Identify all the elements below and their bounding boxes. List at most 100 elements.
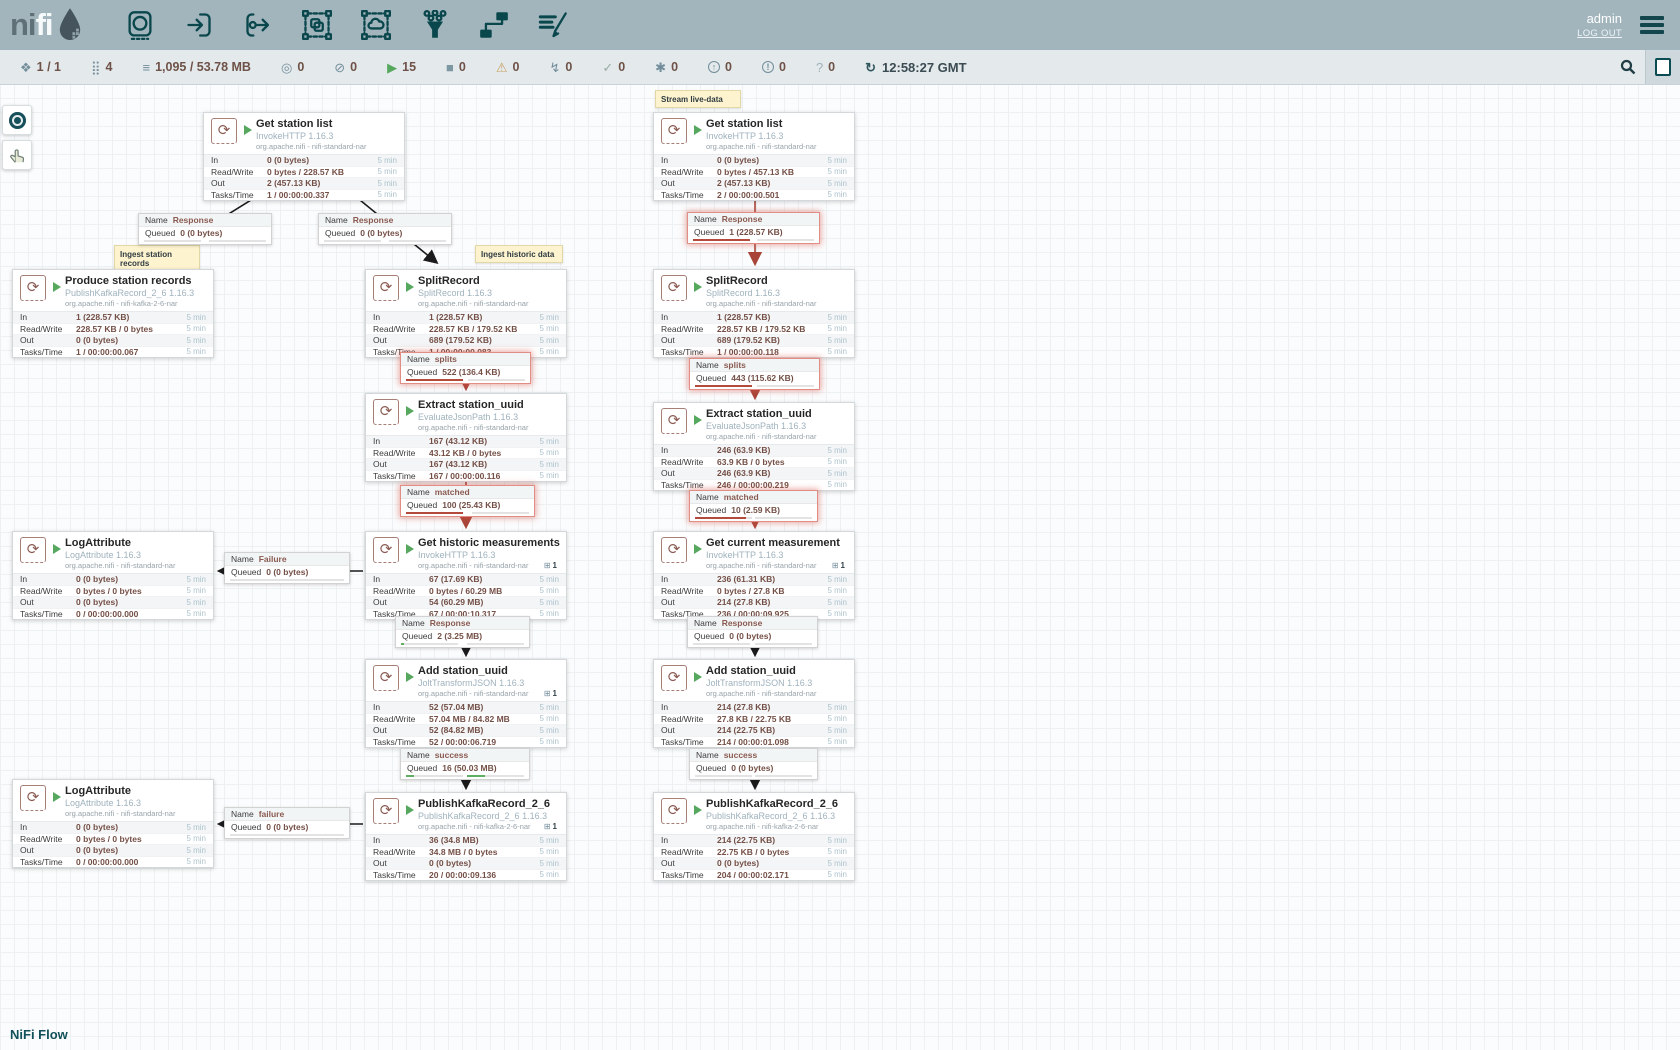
connection-queued: 0 (0 bytes) — [360, 228, 402, 238]
status-panel-toggle-button[interactable] — [1645, 50, 1680, 84]
running-status-icon — [53, 282, 61, 292]
connection-label[interactable]: Name splits Queued 443 (115.62 KB) — [689, 358, 820, 390]
connection-label[interactable]: Name success Queued 16 (50.03 MB) — [400, 748, 530, 780]
threads-icon: ⊞ — [544, 561, 551, 570]
processor-tool-icon[interactable] — [125, 8, 155, 42]
stat-row: Out52 (84.82 MB)5 min — [366, 724, 566, 736]
breadcrumb[interactable]: NiFi Flow — [10, 1027, 68, 1042]
backpressure-bars — [406, 511, 529, 515]
processor-bundle: org.apache.nifi - nifi-kafka-2-6-nar — [418, 822, 544, 831]
processor-type: JoltTransformJSON 1.16.3 — [706, 678, 847, 688]
stat-row: In36 (34.8 MB)5 min — [366, 835, 566, 846]
processor-bundle: org.apache.nifi - nifi-kafka-2-6-nar — [65, 299, 206, 308]
stat-row: In0 (0 bytes)5 min — [654, 155, 854, 166]
stat-row: Tasks/Time1 / 00:00:00.3375 min — [204, 189, 404, 201]
running-status-icon — [694, 805, 702, 815]
navigate-palette-button[interactable] — [2, 105, 32, 135]
processor-bundle: org.apache.nifi - nifi-standard-nar — [706, 299, 847, 308]
flow-label[interactable]: Ingest station records — [114, 245, 200, 272]
invalid-icon: ⚠ — [496, 61, 508, 74]
processor-bundle: org.apache.nifi - nifi-standard-nar — [65, 561, 206, 570]
logout-link[interactable]: LOG OUT — [1577, 28, 1622, 39]
connection-label[interactable]: Name matched Queued 100 (25.43 KB) — [400, 485, 535, 517]
processor-node[interactable]: ⟳ LogAttribute LogAttribute 1.16.3 org.a… — [12, 779, 214, 868]
processor-title: PublishKafkaRecord_2_6 — [418, 798, 559, 810]
funnel-tool-icon[interactable] — [420, 8, 450, 42]
flow-canvas[interactable]: Ingest station records Ingest historic da… — [0, 0, 1680, 1050]
connection-label[interactable]: Name success Queued 0 (0 bytes) — [689, 748, 818, 780]
label-tool-icon[interactable] — [538, 8, 568, 42]
remote-process-group-tool-icon[interactable] — [361, 8, 391, 42]
processor-node[interactable]: ⟳ Add station_uuid JoltTransformJSON 1.1… — [365, 659, 567, 748]
status-count: 0 — [459, 60, 466, 74]
processor-node[interactable]: ⟳ Get station list InvokeHTTP 1.16.3 org… — [653, 112, 855, 201]
output-port-tool-icon[interactable] — [243, 8, 273, 42]
input-port-tool-icon[interactable] — [184, 8, 214, 42]
processor-type-icon: ⟳ — [373, 275, 399, 301]
connection-label[interactable]: Name Response Queued 2 (3.25 MB) — [395, 616, 530, 648]
processor-node[interactable]: ⟳ SplitRecord SplitRecord 1.16.3 org.apa… — [653, 269, 855, 358]
processor-title: LogAttribute — [65, 537, 206, 549]
global-menu-icon[interactable] — [1636, 12, 1668, 38]
processor-node[interactable]: ⟳ LogAttribute LogAttribute 1.16.3 org.a… — [12, 531, 214, 620]
processor-node[interactable]: ⟳ Get current measurement InvokeHTTP 1.1… — [653, 531, 855, 620]
connection-label[interactable]: Name failure Queued 0 (0 bytes) — [224, 807, 350, 839]
stat-row: Tasks/Time246 / 00:00:00.2195 min — [654, 479, 854, 491]
processor-type-icon: ⟳ — [661, 537, 687, 563]
connection-queued: 443 (115.62 KB) — [731, 373, 793, 383]
stat-row: Out214 (22.75 KB)5 min — [654, 724, 854, 736]
processor-bundle: org.apache.nifi - nifi-standard-nar — [418, 299, 559, 308]
processor-node[interactable]: ⟳ Produce station records PublishKafkaRe… — [12, 269, 214, 358]
stat-row: Read/Write228.57 KB / 0 bytes5 min — [13, 323, 213, 335]
processor-type: PublishKafkaRecord_2_6 1.16.3 — [418, 811, 559, 821]
flow-label[interactable]: Stream live-data — [655, 90, 741, 108]
processor-bundle: org.apache.nifi - nifi-standard-nar — [706, 142, 847, 151]
processor-type: SplitRecord 1.16.3 — [706, 288, 847, 298]
stat-row: Tasks/Time20 / 00:00:09.1365 min — [366, 869, 566, 881]
connection-relationship: Failure — [259, 554, 287, 564]
stat-row: Out0 (0 bytes)5 min — [654, 857, 854, 869]
processor-type: InvokeHTTP 1.16.3 — [256, 131, 397, 141]
processor-title: SplitRecord — [706, 275, 847, 287]
process-group-tool-icon[interactable] — [302, 8, 332, 42]
processor-node[interactable]: ⟳ Get historic measurements InvokeHTTP 1… — [365, 531, 567, 620]
stat-row: In52 (57.04 MB)5 min — [366, 702, 566, 713]
connection-label[interactable]: Name Failure Queued 0 (0 bytes) — [224, 552, 350, 584]
processor-node[interactable]: ⟳ Get station list InvokeHTTP 1.16.3 org… — [203, 112, 405, 201]
search-button[interactable] — [1611, 50, 1645, 84]
processor-node[interactable]: ⟳ Extract station_uuid EvaluateJsonPath … — [365, 393, 567, 482]
connection-label[interactable]: Name splits Queued 522 (136.4 KB) — [400, 352, 531, 384]
connection-queued: 16 (50.03 MB) — [442, 763, 496, 773]
stat-row: Read/Write0 bytes / 0 bytes5 min — [13, 833, 213, 845]
stat-row: Out54 (60.29 MB)5 min — [366, 596, 566, 608]
processor-node[interactable]: ⟳ SplitRecord SplitRecord 1.16.3 org.apa… — [365, 269, 567, 358]
stat-row: In1 (228.57 KB)5 min — [13, 312, 213, 323]
backpressure-bars — [144, 239, 266, 243]
connection-queued: 0 (0 bytes) — [180, 228, 222, 238]
stat-row: Tasks/Time204 / 00:00:02.1715 min — [654, 869, 854, 881]
processor-node[interactable]: ⟳ PublishKafkaRecord_2_6 PublishKafkaRec… — [365, 792, 567, 881]
connection-relationship: Response — [173, 215, 214, 225]
status-count: 0 — [350, 60, 357, 74]
flow-label[interactable]: Ingest historic data — [475, 245, 563, 263]
processor-bundle: org.apache.nifi - nifi-standard-nar — [418, 689, 544, 698]
processor-title: LogAttribute — [65, 785, 206, 797]
disabled-icon: ↯ — [549, 61, 560, 74]
processor-node[interactable]: ⟳ Extract station_uuid EvaluateJsonPath … — [653, 402, 855, 491]
processor-node[interactable]: ⟳ PublishKafkaRecord_2_6 PublishKafkaRec… — [653, 792, 855, 881]
connection-label[interactable]: Name Response Queued 1 (228.57 KB) — [687, 212, 820, 244]
processor-type-icon: ⟳ — [20, 275, 46, 301]
connection-label[interactable]: Name matched Queued 10 (2.59 KB) — [689, 490, 818, 522]
processor-node[interactable]: ⟳ Add station_uuid JoltTransformJSON 1.1… — [653, 659, 855, 748]
connection-label[interactable]: Name Response Queued 0 (0 bytes) — [318, 213, 452, 245]
processor-bundle: org.apache.nifi - nifi-kafka-2-6-nar — [706, 822, 847, 831]
processor-stats: In1 (228.57 KB)5 minRead/Write228.57 KB … — [654, 311, 854, 357]
refresh-icon[interactable]: ↻ — [865, 61, 876, 74]
processor-title: Get station list — [256, 118, 397, 130]
template-tool-icon[interactable] — [479, 8, 509, 42]
connection-label[interactable]: Name Response Queued 0 (0 bytes) — [138, 213, 272, 245]
connection-label[interactable]: Name Response Queued 0 (0 bytes) — [687, 616, 818, 648]
connection-queued: 0 (0 bytes) — [266, 567, 308, 577]
stopped-icon: ■ — [446, 61, 454, 74]
operate-palette-button[interactable] — [2, 140, 32, 170]
